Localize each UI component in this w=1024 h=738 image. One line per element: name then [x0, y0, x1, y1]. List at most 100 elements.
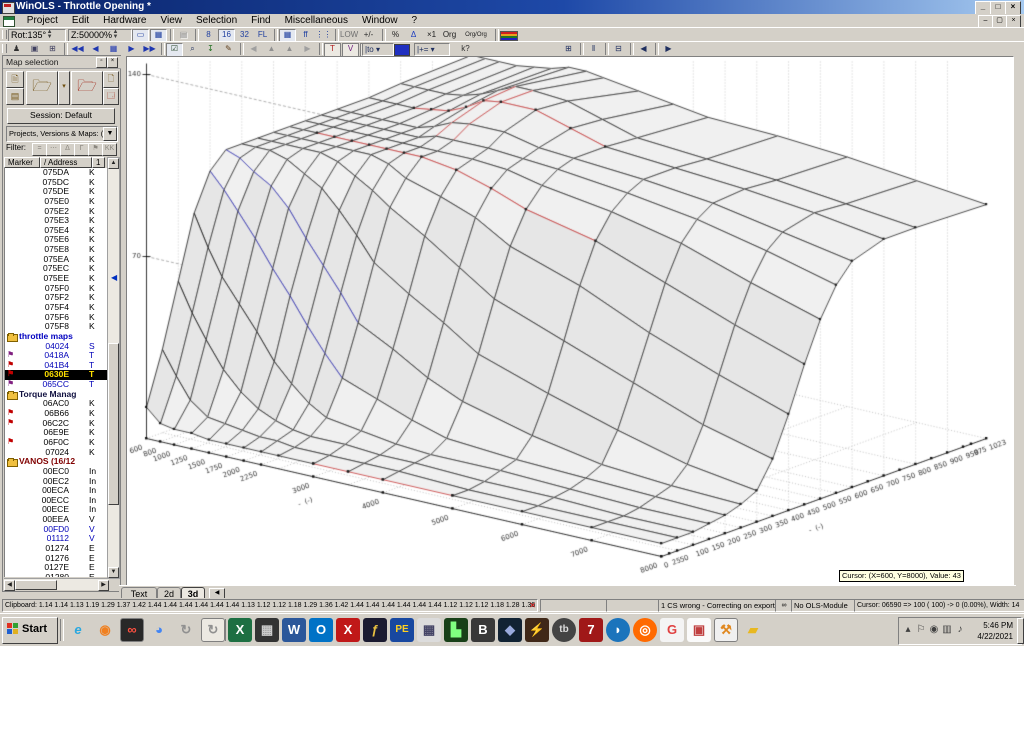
session-button[interactable]: Session: Default — [7, 108, 115, 124]
chip-icon[interactable]: ▦ — [255, 618, 279, 642]
close-button[interactable]: × — [1005, 1, 1021, 15]
scroll-up-icon[interactable]: ▲ — [108, 158, 119, 169]
view-sign-icon[interactable]: +/- — [360, 29, 377, 41]
menu-edit[interactable]: Edit — [65, 14, 96, 27]
scroll-thumb[interactable] — [108, 343, 119, 505]
scope-combo[interactable]: Projects, Versions & Maps: (Ctrl ▼ — [6, 126, 118, 142]
child-window-icon[interactable] — [3, 16, 15, 27]
checksum-icon[interactable]: ✎ — [220, 43, 237, 55]
wrench-icon[interactable]: ⚒ — [714, 618, 738, 642]
folder-shortcut-icon[interactable]: ▰ — [741, 618, 765, 642]
map-list-toggle-icon[interactable]: ☑ — [166, 43, 183, 57]
hidden-icons-chevron[interactable]: ▴ — [901, 624, 915, 635]
import-project-icon[interactable]: 🗁 — [71, 71, 103, 105]
show-desktop-button[interactable] — [1017, 618, 1024, 644]
taskbar-clock[interactable]: 5:46 PM 4/22/2021 — [977, 620, 1013, 642]
nav-grid-icon[interactable]: ▦ — [105, 43, 122, 55]
nav-last-icon[interactable]: ▶▶ — [141, 43, 158, 55]
version-a-icon[interactable]: ▲ — [263, 43, 280, 55]
view-cols-icon[interactable]: ⋮⋮ — [315, 29, 332, 41]
scope-combo-arrow[interactable]: ▼ — [103, 127, 117, 141]
view-org-icon[interactable]: Org — [441, 29, 458, 41]
nav-next-icon[interactable]: ▶ — [123, 43, 140, 55]
color-swatch-button[interactable] — [394, 44, 410, 56]
filter-equal-icon[interactable]: = — [32, 143, 47, 156]
context-help-icon[interactable]: k? — [457, 43, 474, 55]
panel-close-button[interactable]: × — [107, 57, 118, 68]
menu-miscellaneous[interactable]: Miscellaneous — [278, 14, 355, 27]
toolbar-grip-2[interactable] — [2, 44, 7, 53]
vlc-ring-icon[interactable]: ◎ — [633, 618, 657, 642]
export-version-icon[interactable]: 🗔 — [103, 88, 119, 105]
display-icon[interactable]: ▥ — [940, 624, 954, 635]
clipboard-clear-icon[interactable]: ✕ — [529, 600, 536, 611]
cubes-icon[interactable]: ◆ — [498, 618, 522, 642]
text-view-btn[interactable]: T — [324, 43, 341, 57]
window-arrange-icon[interactable]: ⊞ — [44, 43, 61, 55]
sync-app-2-icon[interactable]: ↻ — [201, 618, 225, 642]
sync-app-icon[interactable]: ↻ — [174, 618, 198, 642]
g-app-icon[interactable]: G — [660, 618, 684, 642]
excel-icon[interactable]: X — [228, 618, 252, 642]
xee-icon[interactable]: X — [336, 618, 360, 642]
calculator-icon[interactable]: ▦ — [417, 618, 441, 642]
update-icon[interactable]: ◉ — [927, 624, 941, 635]
scroll-left-icon[interactable]: ◀ — [4, 580, 15, 591]
zoom-spinner[interactable]: ▲ ▼ — [112, 29, 119, 40]
scroll-right-icon[interactable]: ▶ — [98, 580, 109, 591]
view-x1-icon[interactable]: ×1 — [423, 29, 440, 41]
filter-dots-icon[interactable]: ⋯ — [46, 143, 61, 156]
camera-app-icon[interactable]: ∞ — [120, 618, 144, 642]
box-3d-icon[interactable]: ▣ — [687, 618, 711, 642]
internet-explorer-icon[interactable]: e — [66, 618, 90, 642]
view-lowhi-icon[interactable]: LOW — [340, 29, 358, 41]
menu-view[interactable]: View — [154, 14, 190, 27]
filter-delta-icon[interactable]: Δ — [60, 143, 75, 156]
panel-pin-button[interactable]: ▫ — [96, 57, 107, 68]
map-3d-surface[interactable] — [127, 57, 1011, 584]
menu-find[interactable]: Find — [244, 14, 277, 27]
nav-prev-icon[interactable]: ◀ — [87, 43, 104, 55]
hist-back-icon[interactable]: ◀ — [245, 43, 262, 55]
hist-fwd-icon[interactable]: ▶ — [299, 43, 316, 55]
menu-hardware[interactable]: Hardware — [96, 14, 153, 27]
new-project-icon[interactable]: 🗎 — [6, 71, 24, 88]
b-app-icon[interactable]: B — [471, 618, 495, 642]
view-delta-icon[interactable]: Δ — [405, 29, 422, 41]
menu-project[interactable]: Project — [20, 14, 65, 27]
preview-icon[interactable]: ⌕ — [184, 43, 201, 55]
version-b-icon[interactable]: ▲ — [281, 43, 298, 55]
ida-icon[interactable]: ▙ — [444, 618, 468, 642]
scroll-down-icon[interactable]: ▼ — [108, 567, 119, 578]
console-icon[interactable]: ƒ — [363, 618, 387, 642]
open-project-icon[interactable]: 🗁 — [26, 71, 58, 105]
maximize-button[interactable]: □ — [990, 1, 1006, 15]
7zip-icon[interactable]: 7 — [579, 618, 603, 642]
volume-icon[interactable]: ♪ — [953, 624, 967, 635]
title-bar[interactable]: WinOLS - Throttle Opening * _ □ × — [0, 0, 1024, 15]
view-percent-icon[interactable]: % — [387, 29, 404, 41]
compare-combo[interactable]: |to ▾ — [362, 43, 394, 56]
demo-icon[interactable]: ♟ — [8, 43, 25, 55]
nav-first-icon[interactable]: ◀◀ — [69, 43, 86, 55]
pane-right-icon[interactable]: ▶ — [660, 43, 677, 55]
minimize-button[interactable]: _ — [975, 1, 991, 15]
window-new-icon[interactable]: ▣ — [26, 43, 43, 55]
network-flag-icon[interactable]: ⚐ — [914, 624, 928, 635]
view-32bit-icon[interactable]: 32 — [236, 29, 253, 41]
view-orgorg-icon[interactable]: Org/Org — [461, 29, 491, 41]
offset-combo[interactable]: |+= ▾ — [414, 43, 450, 56]
version-view-btn[interactable]: V — [342, 43, 359, 57]
toolbar-grip[interactable] — [2, 30, 7, 39]
view-float-icon[interactable]: FL — [254, 29, 271, 41]
column-header-type[interactable]: 1 — [92, 157, 105, 168]
flasher-icon[interactable]: ⚡ — [525, 618, 549, 642]
filter-kk-icon[interactable]: KK — [102, 143, 117, 156]
tb-icon[interactable]: tb — [552, 618, 576, 642]
word-icon[interactable]: W — [282, 618, 306, 642]
save-project-icon[interactable]: ▤ — [6, 88, 24, 105]
hscroll-thumb[interactable] — [15, 580, 57, 590]
list-vertical-scrollbar[interactable]: ▲ ▼ — [107, 157, 120, 579]
split-add-icon[interactable]: ⊞ — [560, 43, 577, 55]
map-list[interactable]: 075DA K 075DC K 075DE K 075E0 K 075E2 K 075E3 K 075E… — [4, 168, 110, 577]
